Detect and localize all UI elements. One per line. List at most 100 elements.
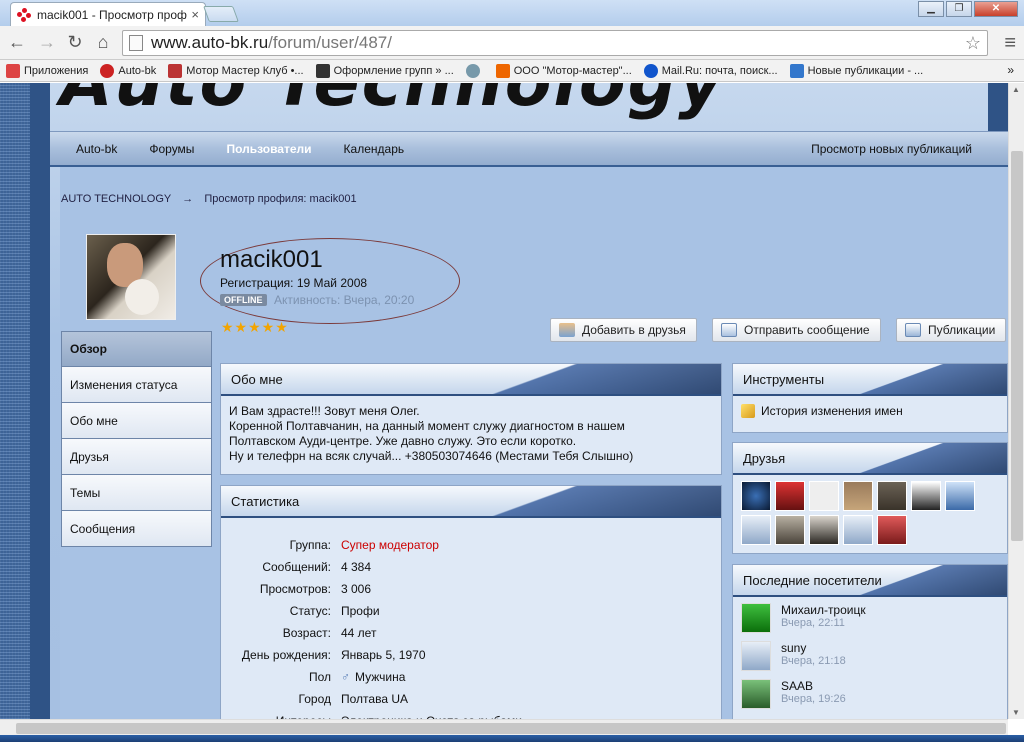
visitor-avatar[interactable] xyxy=(741,603,771,633)
browser-toolbar: ← → ↻ ⌂ www.auto-bk.ru/forum/user/487/ ☆… xyxy=(0,26,1024,60)
friend-avatar[interactable] xyxy=(843,481,873,511)
stats-key: Просмотров: xyxy=(259,582,331,596)
friend-avatar[interactable] xyxy=(945,481,975,511)
browser-menu-icon[interactable]: ≡ xyxy=(1004,32,1016,55)
minimize-icon[interactable]: ▁ xyxy=(918,1,944,17)
visitor-avatar[interactable] xyxy=(741,679,771,709)
name-history-label: История изменения имен xyxy=(761,404,903,418)
stats-value: Мужчина xyxy=(355,670,406,684)
add-friend-icon xyxy=(559,323,575,337)
document-icon xyxy=(905,323,921,337)
about-text: И Вам здрасте!!! Зовут меня Олег. Коренн… xyxy=(221,396,721,472)
send-message-button[interactable]: Отправить сообщение xyxy=(712,318,881,342)
bookmark-label: Оформление групп » ... xyxy=(333,64,454,77)
friend-avatar[interactable] xyxy=(877,481,907,511)
pencil-icon xyxy=(741,404,755,418)
monitor-icon[interactable] xyxy=(843,515,873,545)
visitors-panel: Последние посетители Михаил-троицк Вчера,… xyxy=(732,564,1008,724)
visitor-name[interactable]: SAAB xyxy=(781,679,846,693)
scroll-up-icon[interactable]: ▲ xyxy=(1012,85,1020,94)
close-icon[interactable]: ✕ xyxy=(974,1,1018,17)
reload-icon[interactable]: ↻ xyxy=(64,32,86,53)
stats-value: Январь 5, 1970 xyxy=(341,648,426,662)
nav-auto-bk[interactable]: Auto-bk xyxy=(50,142,117,156)
back-icon[interactable]: ← xyxy=(6,32,28,53)
breadcrumb-home[interactable]: AUTO TECHNOLOGY xyxy=(61,193,171,205)
bookmark-star-icon[interactable]: ☆ xyxy=(965,33,987,54)
scroll-down-icon[interactable]: ▼ xyxy=(1012,708,1020,717)
tab-close-icon[interactable]: × xyxy=(191,7,199,22)
bookmark-motor-master[interactable]: ООО "Мотор-мастер"... xyxy=(495,63,632,78)
bookmark-mail-ru[interactable]: Mail.Ru: почта, поиск... xyxy=(643,63,778,78)
nav-users[interactable]: Пользователи xyxy=(200,142,311,156)
globe-icon xyxy=(465,63,480,78)
visitor-name[interactable]: Михаил-троицк xyxy=(781,603,866,617)
maximize-icon[interactable]: ❐ xyxy=(946,1,972,17)
bookmark-unnamed[interactable] xyxy=(465,63,484,78)
monitor-icon[interactable] xyxy=(741,641,771,671)
stats-row: День рождения: Январь 5, 1970 xyxy=(221,644,721,666)
address-bar[interactable]: www.auto-bk.ru/forum/user/487/ ☆ xyxy=(122,30,988,56)
stats-value: Полтава UA xyxy=(341,692,408,706)
nav-forums[interactable]: Форумы xyxy=(123,142,194,156)
mail-ru-icon xyxy=(643,63,658,78)
stats-value: 4 384 xyxy=(341,560,372,574)
avatar[interactable] xyxy=(86,234,176,320)
os-taskbar xyxy=(0,735,1024,742)
stats-row: Группа: Супер модератор xyxy=(221,534,721,556)
stats-title-text: Статистика xyxy=(231,493,300,509)
envelope-icon xyxy=(721,323,737,337)
nav-new-posts[interactable]: Просмотр новых публикаций xyxy=(811,142,972,156)
stats-row: Город Полтава UA xyxy=(221,688,721,710)
about-line: И Вам здрасте!!! Зовут меня Олег. xyxy=(229,404,420,418)
visitor-time: Вчера, 22:11 xyxy=(781,617,845,629)
visitor-item[interactable]: SAAB Вчера, 19:26 xyxy=(733,673,1007,711)
scroll-thumb[interactable] xyxy=(1011,151,1023,541)
scroll-thumb[interactable] xyxy=(16,723,1006,734)
friend-avatar[interactable] xyxy=(877,515,907,545)
sidenav-topics[interactable]: Темы xyxy=(61,475,212,511)
visitor-item[interactable]: suny Вчера, 21:18 xyxy=(733,635,1007,673)
publications-button[interactable]: Публикации xyxy=(896,318,1007,342)
bookmark-auto-bk[interactable]: Auto-bk xyxy=(100,63,156,78)
visitor-item[interactable]: Михаил-троицк Вчера, 22:11 xyxy=(733,597,1007,635)
bookmark-motor-master-club[interactable]: Мотор Мастер Клуб •... xyxy=(168,63,304,78)
status-badge: OFFLINE xyxy=(220,294,267,306)
home-icon[interactable]: ⌂ xyxy=(92,32,114,53)
male-icon: ♂ xyxy=(341,670,350,684)
sidenav-about[interactable]: Обо мне xyxy=(61,403,212,439)
horizontal-scrollbar[interactable] xyxy=(0,719,1008,735)
stats-list: Группа: Супер модератор Сообщений: 4 384 П… xyxy=(221,518,721,724)
browser-window: macik001 - Просмотр профи × ▁ ❐ ✕ ← → ↻ … xyxy=(0,0,1024,742)
sidenav-messages[interactable]: Сообщения xyxy=(61,511,212,547)
new-tab-button[interactable] xyxy=(203,6,239,22)
site-logo[interactable]: Auto Technology xyxy=(60,83,725,122)
visitor-name[interactable]: suny xyxy=(781,641,846,655)
stats-key: День рождения: xyxy=(241,648,331,662)
friend-avatar[interactable] xyxy=(809,481,839,511)
browser-tab[interactable]: macik001 - Просмотр профи × xyxy=(10,2,206,26)
nav-calendar[interactable]: Календарь xyxy=(318,142,405,156)
bookmark-apps[interactable]: Приложения xyxy=(6,63,88,78)
friend-avatar[interactable] xyxy=(911,481,941,511)
monitor-icon[interactable] xyxy=(741,515,771,545)
bookmark-new-posts[interactable]: Новые публикации - ... xyxy=(789,63,924,78)
friend-avatar[interactable] xyxy=(809,515,839,545)
friend-avatar[interactable] xyxy=(775,481,805,511)
tools-title: Инструменты xyxy=(733,364,1007,396)
sidenav-status-changes[interactable]: Изменения статуса xyxy=(61,367,212,403)
vertical-scrollbar[interactable]: ▲ ▼ xyxy=(1008,83,1024,719)
bookmark-group-design[interactable]: Оформление групп » ... xyxy=(315,63,454,78)
sidenav-overview[interactable]: Обзор xyxy=(61,331,212,367)
name-history-link[interactable]: История изменения имен xyxy=(733,396,1007,426)
auto-bk-icon xyxy=(100,63,115,78)
about-title-text: Обо мне xyxy=(231,371,283,387)
add-friend-button[interactable]: Добавить в друзья xyxy=(550,318,697,342)
friend-avatar[interactable] xyxy=(741,481,771,511)
sidenav-friends[interactable]: Друзья xyxy=(61,439,212,475)
bookmarks-more-icon[interactable]: » xyxy=(1007,63,1014,77)
bookmark-label: Новые публикации - ... xyxy=(807,64,924,77)
forward-icon[interactable]: → xyxy=(36,32,58,53)
friend-avatar[interactable] xyxy=(775,515,805,545)
friends-title: Друзья xyxy=(733,443,1007,475)
